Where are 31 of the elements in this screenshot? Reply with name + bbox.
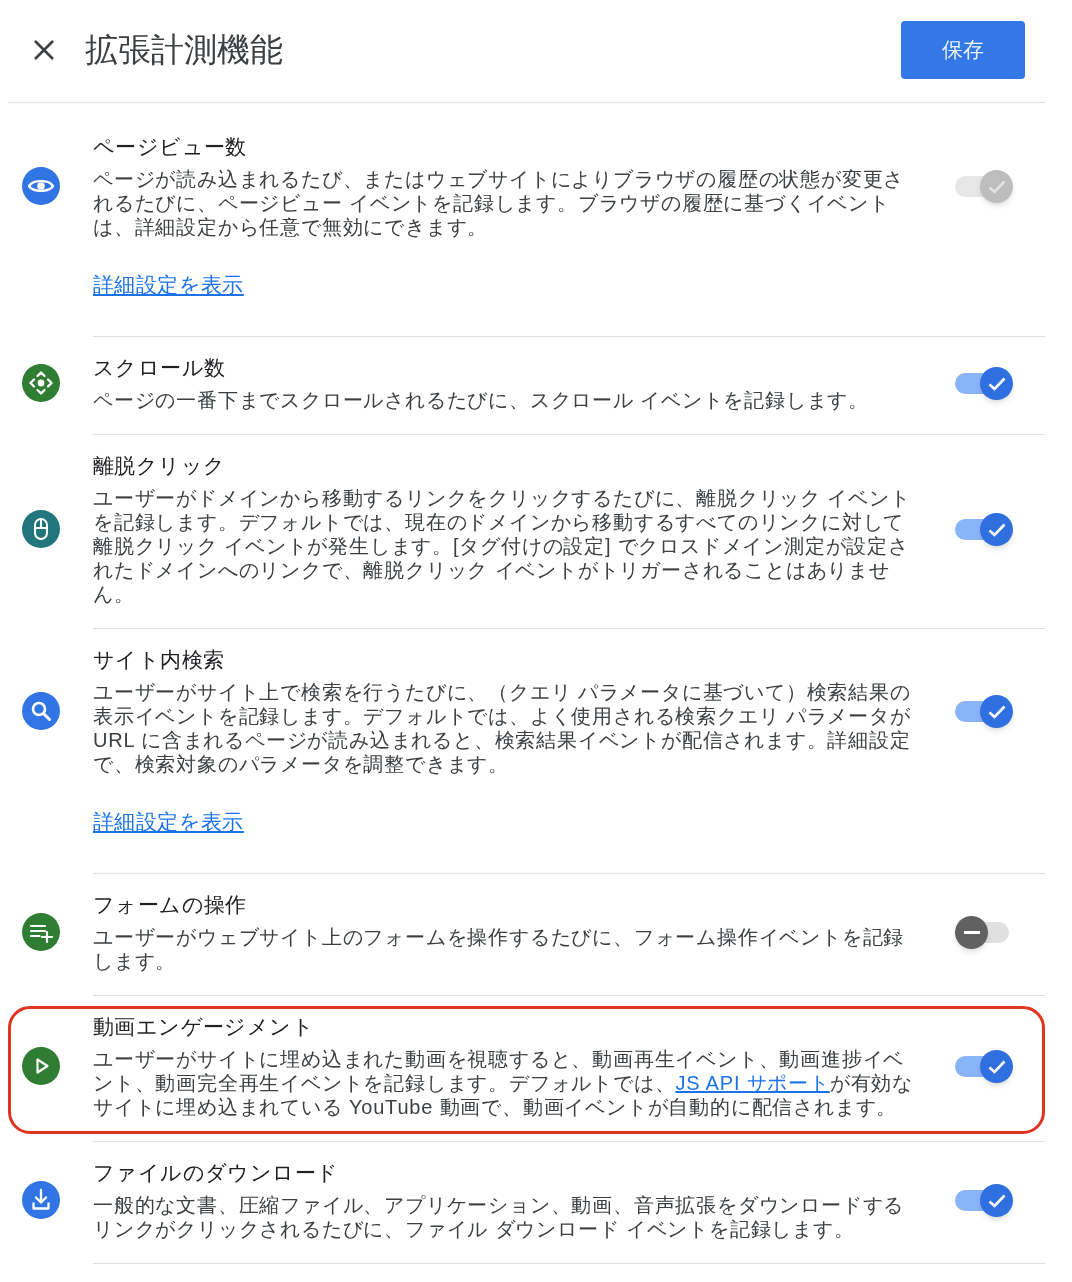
save-button[interactable]: 保存 bbox=[901, 20, 1025, 79]
toggle-switch[interactable] bbox=[955, 1183, 1013, 1217]
check-icon bbox=[987, 704, 1006, 719]
toggle-switch[interactable] bbox=[955, 694, 1013, 728]
details-link[interactable]: 詳細設定を表示 bbox=[93, 808, 244, 836]
check-icon bbox=[987, 376, 1006, 391]
setting-title: フォームの操作 bbox=[93, 892, 247, 918]
minus-icon bbox=[963, 931, 980, 934]
page-title: 拡張計測機能 bbox=[85, 29, 283, 70]
setting-title: スクロール数 bbox=[93, 355, 226, 381]
setting-description: ユーザーがサイト上で検索を行うたびに、（クエリ パラメータに基づいて）検索結果の表示イベントを記録します。デフォルトでは、よく使用される検索クエリ パラメータが URL に含まれるページが読み込まれると、検索結果イベントが配信されます。詳細設定で、検索対象のパラメータを調整できます。 bbox=[93, 680, 912, 776]
setting-description: 一般的な文書、圧縮ファイル、アプリケーション、動画、音声拡張をダウンロードするリンクがクリックされるたびに、ファイル ダウンロード イベントを記録します。 bbox=[93, 1193, 906, 1241]
close-icon bbox=[33, 38, 55, 61]
setting-description: ユーザーがサイトに埋め込まれた動画を視聴すると、動画再生イベント、動画進捗イベント、動画完全再生イベントを記録します。デフォルトでは、JS API サポート が有効なサイトに埋め込まれている YouTube 動画で、動画イベントが自動的に配信されます。 bbox=[93, 1047, 914, 1119]
check-icon bbox=[987, 522, 1006, 537]
check-icon bbox=[987, 179, 1006, 194]
toggle-switch[interactable] bbox=[955, 366, 1013, 400]
setting-description: ユーザーがドメインから移動するリンクをクリックするたびに、離脱クリック イベントを記録します。デフォルトでは、現在のドメインから移動するすべてのリンクに対して離脱クリック イベントが発生します。[タグ付けの設定] でクロスドメイン測定が設定されたドメインへのリンクで、離脱クリック イベントがトリガーされることはありません。 bbox=[93, 486, 912, 606]
check-icon bbox=[987, 1193, 1006, 1208]
setting-title: 動画エンゲージメント bbox=[93, 1014, 314, 1040]
setting-title: ファイルのダウンロード bbox=[93, 1160, 339, 1186]
check-icon bbox=[987, 1059, 1006, 1074]
setting-description: ユーザーがウェブサイト上のフォームを操作するたびに、フォーム操作イベントを記録します。 bbox=[93, 925, 906, 973]
setting-title: サイト内検索 bbox=[93, 647, 225, 673]
setting-title: ページビュー数 bbox=[93, 134, 247, 160]
setting-title: 離脱クリック bbox=[93, 453, 226, 479]
toggle-switch[interactable] bbox=[955, 1049, 1013, 1083]
setting-description: ページが読み込まれるたび、またはウェブサイトによりブラウザの履歴の状態が変更されるたびに、ページビュー イベントを記録します。ブラウザの履歴に基づくイベントは、詳細設定から任意で無効にできます。 bbox=[93, 167, 906, 239]
setting-description: ページの一番下までスクロールされるたびに、スクロール イベントを記録します。 bbox=[93, 388, 869, 412]
inline-link[interactable]: JS API サポート bbox=[675, 1072, 830, 1094]
toggle-switch[interactable] bbox=[955, 512, 1013, 546]
